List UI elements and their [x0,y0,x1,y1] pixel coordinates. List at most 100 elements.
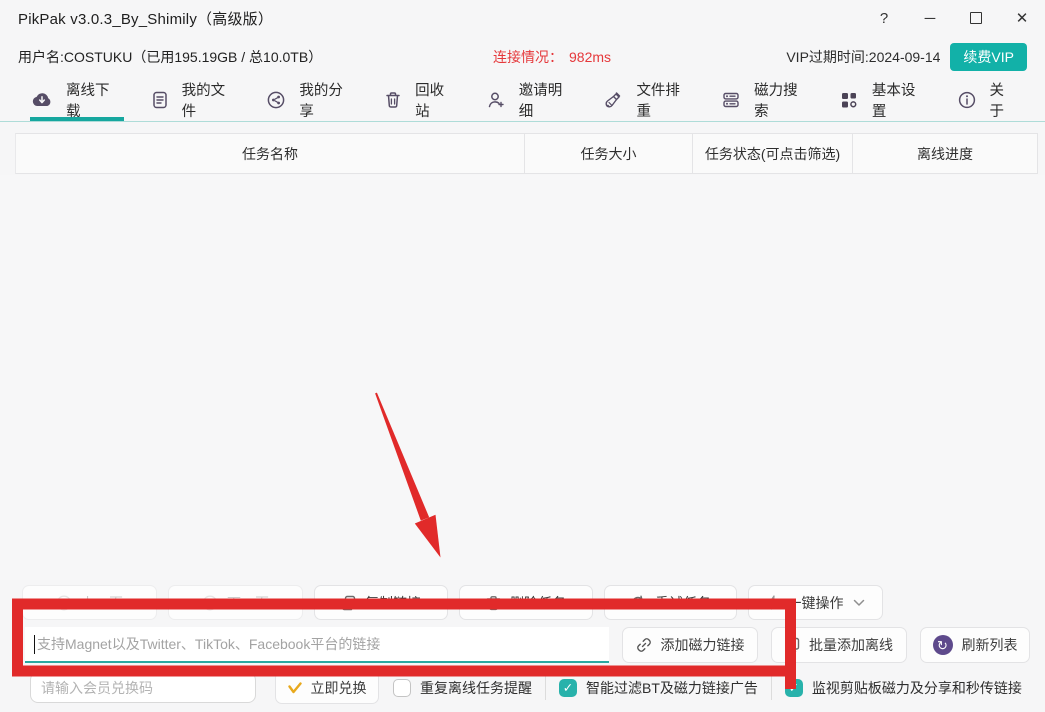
task-actions-row: 上一页 下一页 复制链接 删除任务 重试任务 [22,585,883,620]
person-plus-icon [487,91,505,109]
server-icon [722,91,740,109]
add-magnet-label: 添加磁力链接 [661,635,745,655]
delete-task-label: 删除任务 [510,593,566,613]
prev-page-label: 上一页 [81,593,123,613]
tab-magnet-search[interactable]: 磁力搜索 [720,78,812,122]
tab-basic-settings[interactable]: 基本设置 [838,78,930,122]
renew-vip-button[interactable]: 续费VIP [950,43,1027,71]
task-table-header: 任务名称 任务大小 任务状态(可点击筛选) 离线进度 [15,133,1038,174]
add-magnet-button[interactable]: 添加磁力链接 [622,627,758,663]
close-icon: ✕ [1016,9,1029,27]
checkbox-smart-filter-ads[interactable]: ✓ 智能过滤BT及磁力链接广告 [559,678,758,698]
text-caret [34,635,35,654]
bottom-bar: 立即兑换 重复离线任务提醒 ✓ 智能过滤BT及磁力链接广告 ✓ 监视剪贴板磁力及… [30,671,1035,704]
divider [771,675,772,700]
one-click-actions-button[interactable]: 一键操作 [748,585,883,620]
tab-label: 我的分享 [299,79,355,121]
link-icon [636,637,652,653]
retry-task-label: 重试任务 [655,593,711,613]
magnet-row: 添加磁力链接 批量添加离线 ↻ 刷新列表 [25,627,1030,663]
next-page-button[interactable]: 下一页 [168,585,303,620]
tab-label: 我的文件 [182,79,238,121]
checkbox-unchecked-icon[interactable] [393,679,411,697]
copy-link-label: 复制链接 [365,593,421,613]
tab-my-files[interactable]: 我的文件 [150,78,240,122]
one-click-actions-label: 一键操作 [788,593,844,613]
tab-label: 磁力搜索 [754,79,810,121]
main-nav: 离线下载 我的文件 我的分享 回收站 邀请明细 [0,78,1045,122]
copy-link-button[interactable]: 复制链接 [314,585,448,620]
pikpak-window: PikPak v3.0.3_By_Shimily（高级版） ? ─ ✕ 用户名:… [0,0,1045,712]
refresh-list-button[interactable]: ↻ 刷新列表 [920,627,1030,663]
vip-area: VIP过期时间:2024-09-14 续费VIP [786,43,1027,71]
redeem-now-button[interactable]: 立即兑换 [275,671,379,704]
user-storage-info: 用户名:COSTUKU（已用195.19GB / 总10.0TB） [18,47,322,67]
checkbox-label: 监视剪贴板磁力及分享和秒传链接 [812,678,1022,698]
broom-icon [604,91,622,109]
chevron-down-icon [853,599,865,607]
tab-label: 离线下载 [66,79,122,121]
connection-label: 连接情况： [493,49,563,65]
refresh-circle-icon: ↻ [933,635,953,655]
connection-status: 连接情况： 982ms [493,47,611,67]
checkbox-label: 智能过滤BT及磁力链接广告 [586,678,758,698]
redeem-code-input[interactable] [30,672,256,703]
tab-label: 文件排重 [636,79,692,121]
close-button[interactable]: ✕ [999,0,1045,36]
column-task-size: 任务大小 [524,134,692,173]
info-icon [958,91,976,109]
cloud-download-icon [32,92,52,108]
maximize-button[interactable] [953,0,999,36]
window-title: PikPak v3.0.3_By_Shimily（高级版） [18,8,273,29]
circle-left-arrow-icon [56,595,72,611]
retry-task-button[interactable]: 重试任务 [604,585,737,620]
column-task-name: 任务名称 [16,134,524,173]
task-table-body [0,175,1045,580]
next-page-label: 下一页 [227,593,269,613]
copy-icon [785,637,800,653]
share-icon [267,91,285,109]
help-icon: ? [880,10,888,27]
checkbox-duplicate-task-alert[interactable]: 重复离线任务提醒 [393,678,532,698]
divider [545,675,546,700]
magnet-link-input[interactable] [25,627,609,661]
column-offline-progress: 离线进度 [852,134,1037,173]
maximize-icon [970,12,982,24]
checkbox-checked-icon[interactable]: ✓ [559,679,577,697]
minimize-button[interactable]: ─ [907,0,953,36]
gold-check-icon [288,682,302,694]
copy-icon [341,595,356,611]
checkbox-label: 重复离线任务提醒 [420,678,532,698]
minimize-icon: ─ [925,10,936,27]
info-bar: 用户名:COSTUKU（已用195.19GB / 总10.0TB） 连接情况： 9… [0,36,1045,78]
delete-task-button[interactable]: 删除任务 [459,585,593,620]
column-task-status-filter[interactable]: 任务状态(可点击筛选) [692,134,852,173]
trash-icon [385,91,401,109]
apps-icon [840,91,858,109]
connection-latency: 982ms [569,49,611,65]
trash-icon [486,595,501,611]
retry-icon [630,595,646,611]
window-controls: ? ─ ✕ [861,0,1045,36]
tab-file-dedupe[interactable]: 文件排重 [602,78,694,122]
tab-invite-details[interactable]: 邀请明细 [485,78,577,122]
tab-offline-download[interactable]: 离线下载 [30,78,124,122]
tab-label: 基本设置 [872,79,928,121]
tab-about[interactable]: 关于 [956,78,1019,122]
tab-label: 回收站 [415,79,457,121]
lightning-icon [767,595,779,610]
help-button[interactable]: ? [861,0,907,36]
checkbox-checked-icon[interactable]: ✓ [785,679,803,697]
prev-page-button[interactable]: 上一页 [22,585,157,620]
magnet-input-field [25,627,609,663]
tab-my-shares[interactable]: 我的分享 [265,78,357,122]
tab-label: 邀请明细 [519,79,575,121]
batch-add-offline-button[interactable]: 批量添加离线 [771,627,907,663]
batch-add-offline-label: 批量添加离线 [809,635,893,655]
circle-right-arrow-icon [202,595,218,611]
checkbox-monitor-clipboard[interactable]: ✓ 监视剪贴板磁力及分享和秒传链接 [785,678,1022,698]
tab-label: 关于 [990,79,1017,121]
title-bar: PikPak v3.0.3_By_Shimily（高级版） ? ─ ✕ [0,0,1045,36]
file-icon [152,91,168,109]
tab-recycle-bin[interactable]: 回收站 [383,78,459,122]
